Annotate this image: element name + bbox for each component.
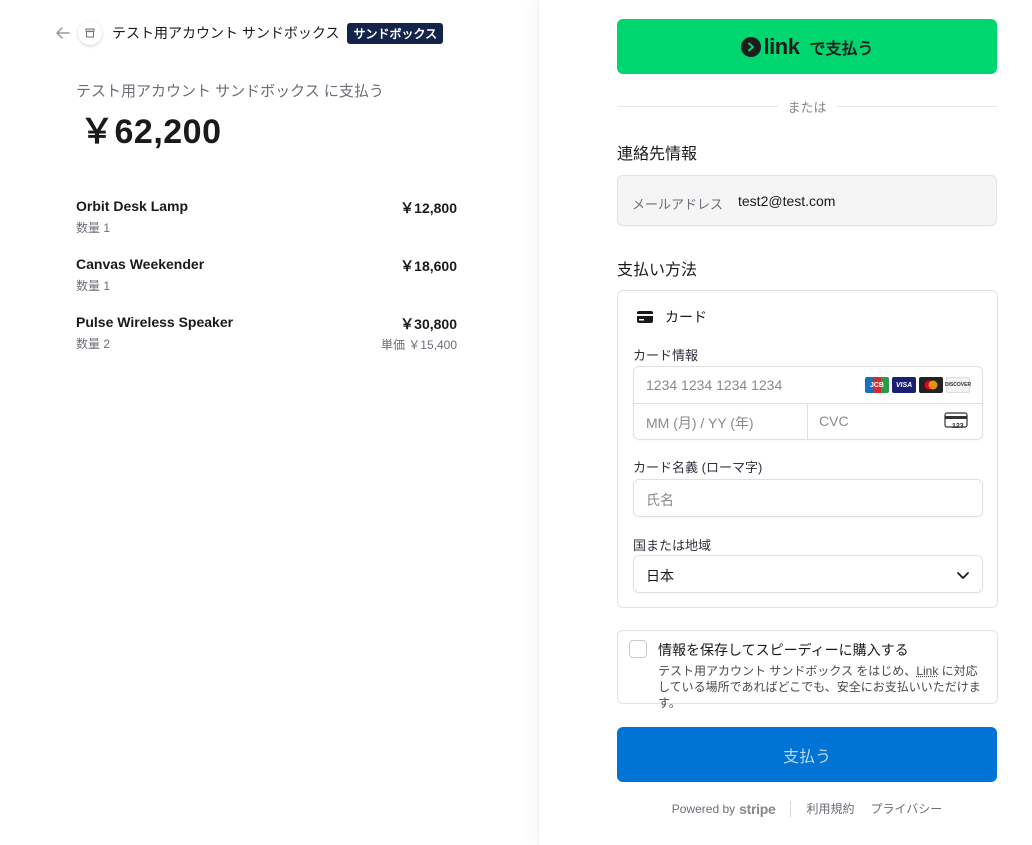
cvc-icon: 123 [944,412,968,430]
line-items: Orbit Desk Lamp 数量 1 ￥12,800 Canvas Week… [76,198,457,372]
card-brands: JCB VISA DISCOVER [865,377,971,393]
item-quantity: 数量 1 [76,279,111,293]
card-icon [637,311,653,323]
item-unit-price: 単価 ￥15,400 [380,338,457,352]
item-name: Orbit Desk Lamp [76,198,189,214]
item-quantity: 数量 1 [76,221,111,235]
link-pay-label: で支払う [809,40,874,58]
sandbox-badge: サンドボックス [347,22,444,44]
visa-icon: VISA [892,377,916,393]
card-method-label: カード [665,309,707,325]
item-price: ￥30,800 [400,316,457,332]
total-amount: ￥62,200 [80,113,222,151]
cvc-input[interactable]: CVC [819,413,849,429]
jcb-icon: JCB [865,377,889,393]
back-arrow-icon[interactable] [54,24,72,42]
item-name: Canvas Weekender [76,256,205,272]
svg-text:123: 123 [952,423,964,430]
card-info-label: カード情報 [633,348,699,363]
contact-section-title: 連絡先情報 [617,146,698,163]
store-icon [78,21,102,45]
email-label: メールアドレス [632,197,724,212]
item-price: ￥18,600 [400,258,457,274]
expiry-input[interactable]: MM (月) / YY (年) [646,413,754,433]
country-select[interactable]: 日本 [633,555,983,593]
powered-by-stripe[interactable]: Powered by stripe [672,801,776,817]
link-info-link[interactable]: Link [916,664,938,678]
discover-icon: DISCOVER [945,377,971,393]
save-info-box: 情報を保存してスピーディーに購入する テスト用アカウント サンドボックス をはじ… [617,630,998,710]
save-info-description: テスト用アカウント サンドボックス をはじめ、Link に対応している場所であれ… [658,664,981,710]
pay-button[interactable]: 支払う [617,727,997,782]
payment-method-box: カード カード情報 1234 1234 1234 1234 JCB VISA D… [617,290,998,608]
merchant-header: テスト用アカウント サンドボックス サンドボックス [54,21,444,45]
save-info-title: 情報を保存してスピーディーに購入する [658,642,909,658]
card-number-input[interactable]: 1234 1234 1234 1234 [646,377,782,393]
cardholder-name-input[interactable]: 氏名 [633,479,983,517]
item-price: ￥12,800 [400,200,457,216]
checkout-form-panel: link で支払う または 連絡先情報 メールアドレス test2@test.c… [538,0,1032,845]
line-item: Orbit Desk Lamp 数量 1 ￥12,800 [76,198,457,256]
line-item: Canvas Weekender 数量 1 ￥18,600 [76,256,457,314]
card-info-input-group: 1234 1234 1234 1234 JCB VISA DISCOVER MM… [633,366,983,440]
order-summary-panel: テスト用アカウント サンドボックス サンドボックス テスト用アカウント サンドボ… [0,0,538,845]
merchant-name: テスト用アカウント サンドボックス [112,25,340,41]
country-value: 日本 [646,568,674,584]
or-divider: または [617,97,998,115]
email-value: test2@test.com [738,193,836,209]
mastercard-icon [919,377,943,393]
footer: Powered by stripe 利用規約 プライバシー [617,800,997,817]
link-logo: link [740,33,800,60]
payment-section-title: 支払い方法 [617,262,698,279]
pay-to-label: テスト用アカウント サンドボックス に支払う [76,83,384,100]
or-text: または [787,99,827,115]
card-method-tab[interactable]: カード [637,307,707,327]
chevron-down-icon [957,572,969,579]
cardholder-placeholder: 氏名 [646,492,674,508]
pay-button-label: 支払う [782,748,831,766]
link-brand-text: link [763,33,800,59]
terms-link[interactable]: 利用規約 [806,800,854,817]
item-quantity: 数量 2 [76,337,111,351]
country-label: 国または地域 [633,538,712,553]
link-arrow-icon [740,36,761,57]
email-field[interactable]: メールアドレス test2@test.com [617,175,997,226]
cardholder-label: カード名義 (ローマ字) [633,460,763,475]
stripe-logo: stripe [739,800,776,817]
privacy-link[interactable]: プライバシー [870,800,942,817]
item-name: Pulse Wireless Speaker [76,314,234,330]
save-info-checkbox[interactable] [629,640,647,658]
pay-with-link-button[interactable]: link で支払う [617,19,997,74]
